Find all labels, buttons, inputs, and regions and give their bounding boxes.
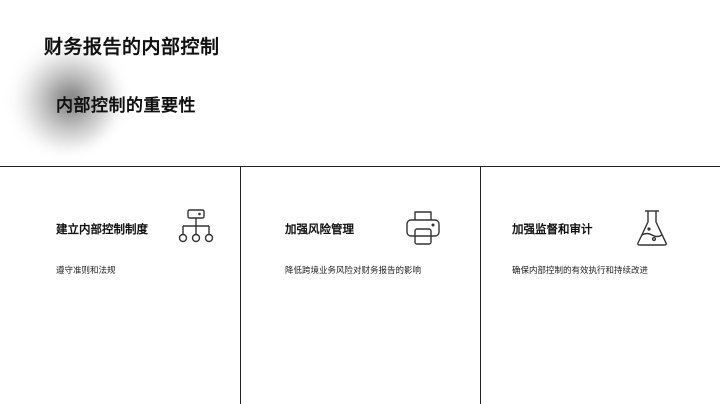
flask-icon <box>634 208 670 248</box>
card-title: 加强监督和审计 <box>512 222 593 236</box>
card-description: 遵守准则和法规 <box>56 266 116 276</box>
card-description: 降低跨境业务风险对财务报告的影响 <box>285 266 422 276</box>
column-divider-1 <box>240 166 241 404</box>
card-description: 确保内部控制的有效执行和持续改进 <box>512 266 649 276</box>
horizontal-divider <box>0 166 720 167</box>
slide-subtitle: 内部控制的重要性 <box>56 96 196 116</box>
slide-title: 财务报告的内部控制 <box>44 36 220 58</box>
card-title: 建立内部控制制度 <box>56 222 148 236</box>
hierarchy-icon <box>178 208 214 248</box>
card-title: 加强风险管理 <box>285 222 354 236</box>
column-divider-2 <box>480 166 481 404</box>
printer-icon <box>404 209 442 247</box>
